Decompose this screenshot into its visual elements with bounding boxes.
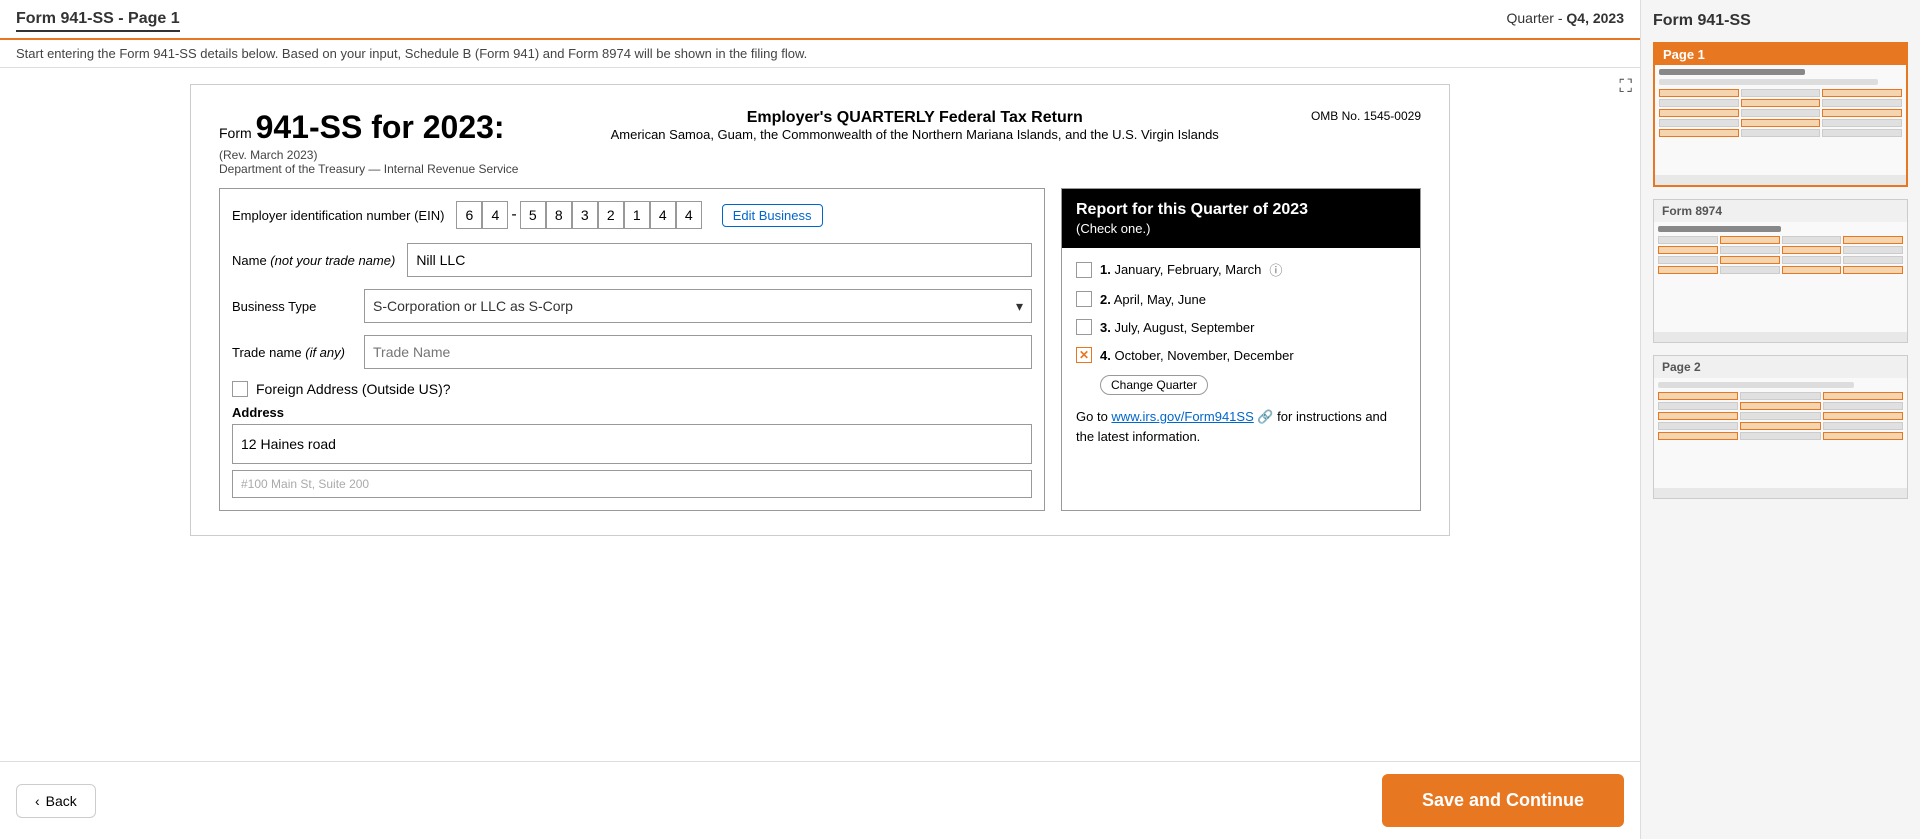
- change-quarter-button[interactable]: Change Quarter: [1100, 375, 1208, 395]
- ein-separator: -: [511, 206, 516, 224]
- ein-digit-1: 6: [456, 201, 482, 229]
- foreign-address-row: Foreign Address (Outside US)?: [232, 381, 1032, 397]
- ein-digit-5: 3: [572, 201, 598, 229]
- quarter-option-2: 2. April, May, June: [1076, 291, 1406, 307]
- address-input[interactable]: 12 Haines road: [232, 424, 1032, 464]
- quarter-header-sub: (Check one.): [1076, 221, 1406, 236]
- expand-icon[interactable]: ⛶: [1619, 76, 1632, 97]
- quarter-label: Quarter -: [1506, 10, 1562, 26]
- business-type-label: Business Type: [232, 299, 352, 314]
- sidebar-card-8974-preview: [1654, 222, 1907, 342]
- address-section: Address 12 Haines road #100 Main St, Sui…: [232, 405, 1032, 498]
- form-title-left: Form 941-SS for 2023: (Rev. March 2023) …: [219, 109, 518, 176]
- header-left: Form 941-SS - Page 1: [16, 10, 180, 32]
- sidebar-card-page2[interactable]: Page 2: [1653, 355, 1908, 499]
- subtitle: Start entering the Form 941-SS details b…: [0, 40, 1640, 68]
- quarter-option-3: 3. July, August, September: [1076, 319, 1406, 335]
- ein-digit-7: 1: [624, 201, 650, 229]
- form-sub-title: American Samoa, Guam, the Commonwealth o…: [611, 127, 1219, 142]
- header: Form 941-SS - Page 1 Quarter - Q4, 2023: [0, 0, 1640, 40]
- form-document: Form 941-SS for 2023: (Rev. March 2023) …: [190, 84, 1450, 536]
- back-button[interactable]: ‹ Back: [16, 784, 96, 818]
- back-label: Back: [46, 793, 77, 809]
- sidebar-card-page1-preview: [1655, 65, 1906, 185]
- business-type-row: Business Type S-Corporation or LLC as S-…: [232, 289, 1032, 323]
- save-continue-button[interactable]: Save and Continue: [1382, 774, 1624, 827]
- quarter-option-1-label: 1. January, February, March: [1100, 262, 1261, 277]
- ein-row: Employer identification number (EIN) 6 4…: [232, 201, 1032, 229]
- irs-link-section: Go to www.irs.gov/Form941SS 🔗 for instru…: [1076, 403, 1406, 446]
- ein-digit-9: 4: [676, 201, 702, 229]
- form-right: Report for this Quarter of 2023 (Check o…: [1061, 188, 1421, 511]
- name-label: Name (not your trade name): [232, 253, 395, 268]
- name-row: Name (not your trade name): [232, 243, 1032, 277]
- quarter-option-2-label: 2. April, May, June: [1100, 292, 1206, 307]
- ein-label: Employer identification number (EIN): [232, 208, 444, 223]
- quarter-body: 1. January, February, March ⓘ 2. April, …: [1062, 248, 1420, 458]
- form-main-title: Employer's QUARTERLY Federal Tax Return: [611, 109, 1219, 127]
- trade-name-label: Trade name (if any): [232, 345, 352, 360]
- quarter-indicator: Quarter - Q4, 2023: [1506, 10, 1624, 26]
- ein-digit-2: 4: [482, 201, 508, 229]
- footer: ‹ Back Save and Continue: [0, 761, 1640, 839]
- form-number-display: Form 941-SS for 2023:: [219, 109, 518, 146]
- quarter-checkbox-4[interactable]: [1076, 347, 1092, 363]
- sidebar-card-page1-label: Page 1: [1655, 44, 1906, 65]
- ein-digit-4: 8: [546, 201, 572, 229]
- right-sidebar: Form 941-SS Page 1: [1640, 0, 1920, 839]
- quarter-header-title: Report for this Quarter of 2023: [1076, 201, 1406, 219]
- quarter-option-4-label: 4. October, November, December: [1100, 348, 1294, 363]
- quarter-checkbox-2[interactable]: [1076, 291, 1092, 307]
- quarter-checkbox-1[interactable]: [1076, 262, 1092, 278]
- trade-name-input[interactable]: [364, 335, 1032, 369]
- quarter-option-4: 4. October, November, December: [1076, 347, 1406, 363]
- sidebar-card-8974[interactable]: Form 8974: [1653, 199, 1908, 343]
- external-link-icon: 🔗: [1254, 409, 1274, 424]
- quarter-option-1: 1. January, February, March ⓘ: [1076, 260, 1406, 279]
- quarter-checkbox-3[interactable]: [1076, 319, 1092, 335]
- quarter-value: Q4, 2023: [1566, 10, 1624, 26]
- sidebar-card-8974-label: Form 8974: [1654, 200, 1907, 222]
- form-scroll-area: ⛶ Form 941-SS for 2023: (Rev. March 2023…: [0, 68, 1640, 761]
- sidebar-card-page2-preview: [1654, 378, 1907, 498]
- quarter-option-3-label: 3. July, August, September: [1100, 320, 1254, 335]
- form-rev: (Rev. March 2023): [219, 148, 518, 162]
- ein-box: 6 4 - 5 8 3 2 1 4 4: [456, 201, 701, 229]
- sidebar-card-page1[interactable]: Page 1: [1653, 42, 1908, 187]
- form-omb: OMB No. 1545-0029: [1311, 109, 1421, 123]
- form-left: Employer identification number (EIN) 6 4…: [219, 188, 1045, 511]
- page-title: Form 941-SS - Page 1: [16, 10, 180, 32]
- sidebar-title: Form 941-SS: [1653, 12, 1908, 30]
- ein-digit-3: 5: [520, 201, 546, 229]
- foreign-address-label: Foreign Address (Outside US)?: [256, 381, 451, 397]
- edit-business-button[interactable]: Edit Business: [722, 204, 823, 227]
- sidebar-card-page2-label: Page 2: [1654, 356, 1907, 378]
- main-content: Form 941-SS - Page 1 Quarter - Q4, 2023 …: [0, 0, 1640, 839]
- chevron-down-icon: ▾: [1016, 298, 1023, 315]
- ein-digit-8: 4: [650, 201, 676, 229]
- form-dept: Department of the Treasury — Internal Re…: [219, 162, 518, 176]
- irs-link-text-before: Go to: [1076, 409, 1111, 424]
- irs-link[interactable]: www.irs.gov/Form941SS: [1111, 409, 1253, 424]
- address-input-2[interactable]: #100 Main St, Suite 200: [232, 470, 1032, 498]
- ein-digit-6: 2: [598, 201, 624, 229]
- address-label: Address: [232, 405, 1032, 420]
- business-type-select[interactable]: S-Corporation or LLC as S-Corp ▾: [364, 289, 1032, 323]
- form-title-center: Employer's QUARTERLY Federal Tax Return …: [611, 109, 1219, 142]
- form-body: Employer identification number (EIN) 6 4…: [219, 188, 1421, 511]
- quarter-header: Report for this Quarter of 2023 (Check o…: [1062, 189, 1420, 248]
- back-arrow-icon: ‹: [35, 793, 40, 809]
- info-icon-1[interactable]: ⓘ: [1269, 260, 1282, 279]
- name-input[interactable]: [407, 243, 1032, 277]
- trade-name-row: Trade name (if any): [232, 335, 1032, 369]
- address2-placeholder: #100 Main St, Suite 200: [241, 477, 369, 491]
- form-header: Form 941-SS for 2023: (Rev. March 2023) …: [219, 109, 1421, 176]
- foreign-address-checkbox[interactable]: [232, 381, 248, 397]
